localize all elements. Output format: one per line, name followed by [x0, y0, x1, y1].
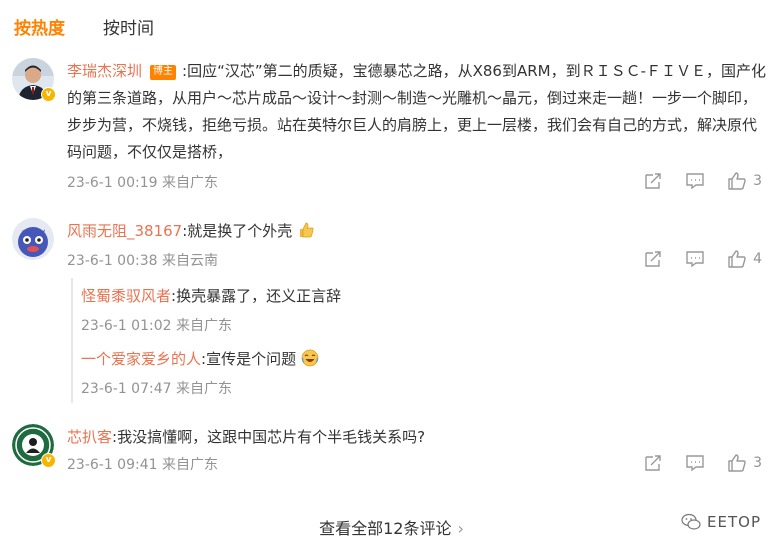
comment-button[interactable] [685, 453, 705, 473]
comment-actions: 3 [643, 171, 762, 191]
like-count: 3 [753, 455, 762, 471]
reply-item: 怪蜀黍驭风者:换壳暴露了，还义正言辞 [81, 285, 341, 307]
reply-meta: 23-6-1 07:47 来自广东 [81, 381, 232, 397]
comment-text: :我没搞懂啊，这跟中国芯片有个半毛钱关系吗? [112, 428, 426, 446]
reply-text: :宣传是个问题 [201, 350, 297, 368]
like-button[interactable]: 4 [727, 249, 762, 269]
like-count: 3 [753, 173, 762, 189]
like-count: 4 [753, 251, 762, 267]
share-button[interactable] [643, 249, 663, 269]
comment-body: 风雨无阻_38167:就是换了个外壳 [67, 218, 767, 245]
reply-meta: 23-6-1 01:02 来自广东 [81, 318, 232, 334]
comment-item: 风雨无阻_38167:就是换了个外壳 23-6-1 00:38 来自云南 4 [12, 218, 772, 278]
reply-author[interactable]: 一个爱家爱乡的人 [81, 350, 201, 368]
reply-text: :换壳暴露了，还义正言辞 [171, 287, 342, 305]
like-icon [728, 172, 746, 190]
verified-badge-icon: v [41, 87, 56, 102]
watermark: EETOP [681, 513, 761, 531]
comment-actions: 4 [643, 249, 762, 269]
like-button[interactable]: 3 [727, 453, 762, 473]
chevron-right-icon: › [457, 519, 464, 538]
comment-author[interactable]: 风雨无阻_38167 [67, 222, 182, 240]
comment-meta: 23-6-1 09:41 来自广东 [67, 457, 218, 473]
comment-item: v 李瑞杰深圳 博主:回应“汉芯”第二的质疑，宝德暴芯之路，从X86到ARM，到Ｒ… [12, 58, 772, 198]
comment-author[interactable]: 李瑞杰深圳 [67, 62, 142, 80]
comment-icon [686, 251, 704, 268]
comment-meta: 23-6-1 00:19 来自广东 [67, 175, 218, 191]
comment-meta: 23-6-1 00:38 来自云南 [67, 253, 218, 269]
like-button[interactable]: 3 [727, 171, 762, 191]
author-badge: 博主 [150, 65, 177, 80]
share-button[interactable] [643, 453, 663, 473]
view-all-label: 查看全部12条评论 [319, 519, 452, 538]
tab-time[interactable]: 按时间 [103, 14, 154, 39]
sort-tabs: 按热度 按时间 [14, 14, 154, 39]
reply-item: 一个爱家爱乡的人:宣传是个问题 [81, 348, 319, 370]
comment-body: 芯扒客:我没搞懂啊，这跟中国芯片有个半毛钱关系吗? [67, 424, 767, 451]
share-icon [645, 251, 661, 267]
avatar[interactable]: v [12, 424, 56, 468]
reply-thread: 怪蜀黍驭风者:换壳暴露了，还义正言辞 23-6-1 01:02 来自广东 一个爱… [71, 278, 771, 403]
share-button[interactable] [643, 171, 663, 191]
share-icon [645, 455, 661, 471]
comment-author[interactable]: 芯扒客 [67, 428, 112, 446]
like-icon [728, 454, 746, 472]
comment-button[interactable] [685, 249, 705, 269]
avatar[interactable] [12, 218, 54, 260]
watermark-text: EETOP [707, 513, 761, 531]
verified-badge-icon: v [41, 453, 56, 468]
laughing-emoji [301, 349, 319, 367]
comment-body: 李瑞杰深圳 博主:回应“汉芯”第二的质疑，宝德暴芯之路，从X86到ARM，到ＲＩＳ… [67, 58, 767, 166]
comment-icon [686, 173, 704, 190]
avatar-image [12, 218, 54, 260]
comment-actions: 3 [643, 453, 762, 473]
view-all-comments-link[interactable]: 查看全部12条评论 › [0, 515, 783, 539]
comment-icon [686, 455, 704, 472]
avatar[interactable]: v [12, 58, 56, 102]
like-icon [728, 250, 746, 268]
reply-author[interactable]: 怪蜀黍驭风者 [81, 287, 171, 305]
comment-button[interactable] [685, 171, 705, 191]
comment-item: v 芯扒客:我没搞懂啊，这跟中国芯片有个半毛钱关系吗? 23-6-1 09:41… [12, 424, 772, 484]
wechat-logo-icon [681, 513, 701, 530]
thumbs-up-emoji [300, 222, 314, 238]
tab-hot[interactable]: 按热度 [14, 14, 65, 39]
comment-text: :就是换了个外壳 [182, 222, 293, 240]
share-icon [645, 173, 661, 189]
